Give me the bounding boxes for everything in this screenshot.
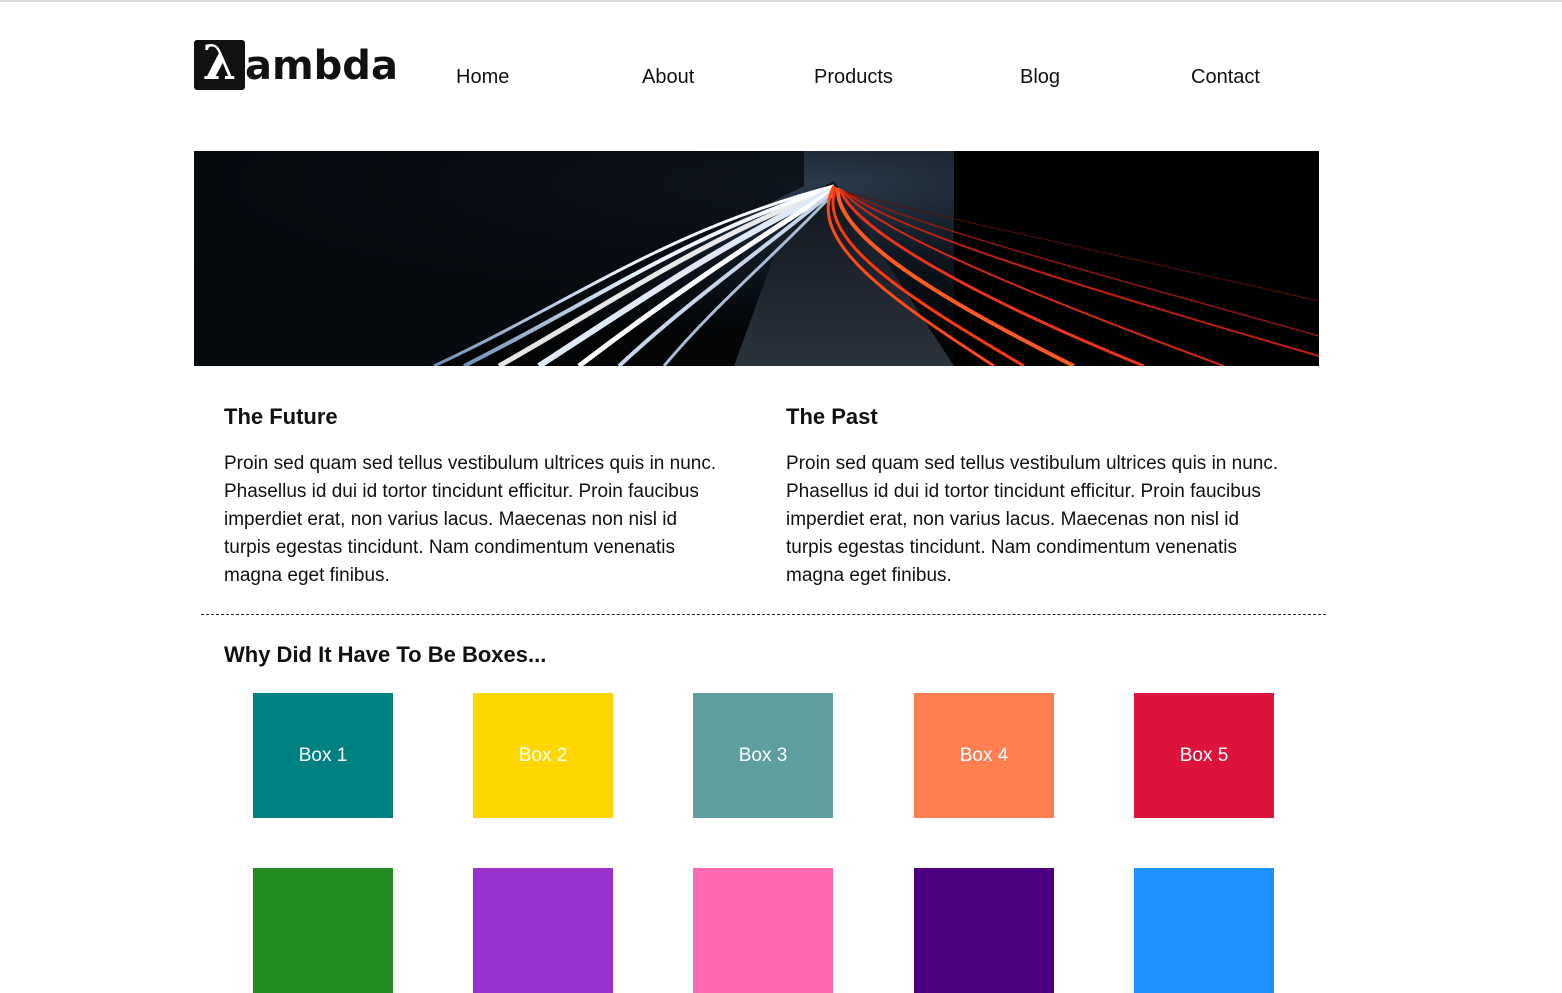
nav-home[interactable]: Home: [456, 64, 509, 90]
boxes-section-title: Why Did It Have To Be Boxes...: [224, 642, 547, 667]
column-body: Proin sed quam sed tellus vestibulum ult…: [224, 453, 717, 586]
color-box-6: [253, 868, 393, 993]
color-box-8: [693, 868, 833, 993]
column-past: The Past Proin sed quam sed tellus vesti…: [786, 402, 1286, 590]
nav-about[interactable]: About: [642, 64, 694, 90]
color-box-7: [473, 868, 613, 993]
page-container: λ ambda Home About Products Blog Contact: [194, 0, 1326, 993]
column-title: The Past: [786, 404, 878, 429]
main-nav: Home About Products Blog Contact: [194, 64, 1319, 90]
color-box-10: [1134, 868, 1274, 993]
color-box-2: Box 2: [473, 693, 613, 818]
column-title: The Future: [224, 404, 338, 429]
color-box-9: [914, 868, 1054, 993]
color-box-1: Box 1: [253, 693, 393, 818]
highway-light-trails-image: [194, 151, 1319, 366]
color-box-4: Box 4: [914, 693, 1054, 818]
hero-image: [194, 151, 1319, 366]
color-box-5: Box 5: [1134, 693, 1274, 818]
column-future: The Future Proin sed quam sed tellus ves…: [224, 402, 724, 590]
section-divider: [201, 614, 1326, 615]
color-box-3: Box 3: [693, 693, 833, 818]
nav-blog[interactable]: Blog: [1020, 64, 1060, 90]
site-header: λ ambda Home About Products Blog Contact: [194, 0, 1319, 151]
nav-products[interactable]: Products: [814, 64, 893, 90]
nav-contact[interactable]: Contact: [1191, 64, 1260, 90]
column-body: Proin sed quam sed tellus vestibulum ult…: [786, 453, 1279, 586]
